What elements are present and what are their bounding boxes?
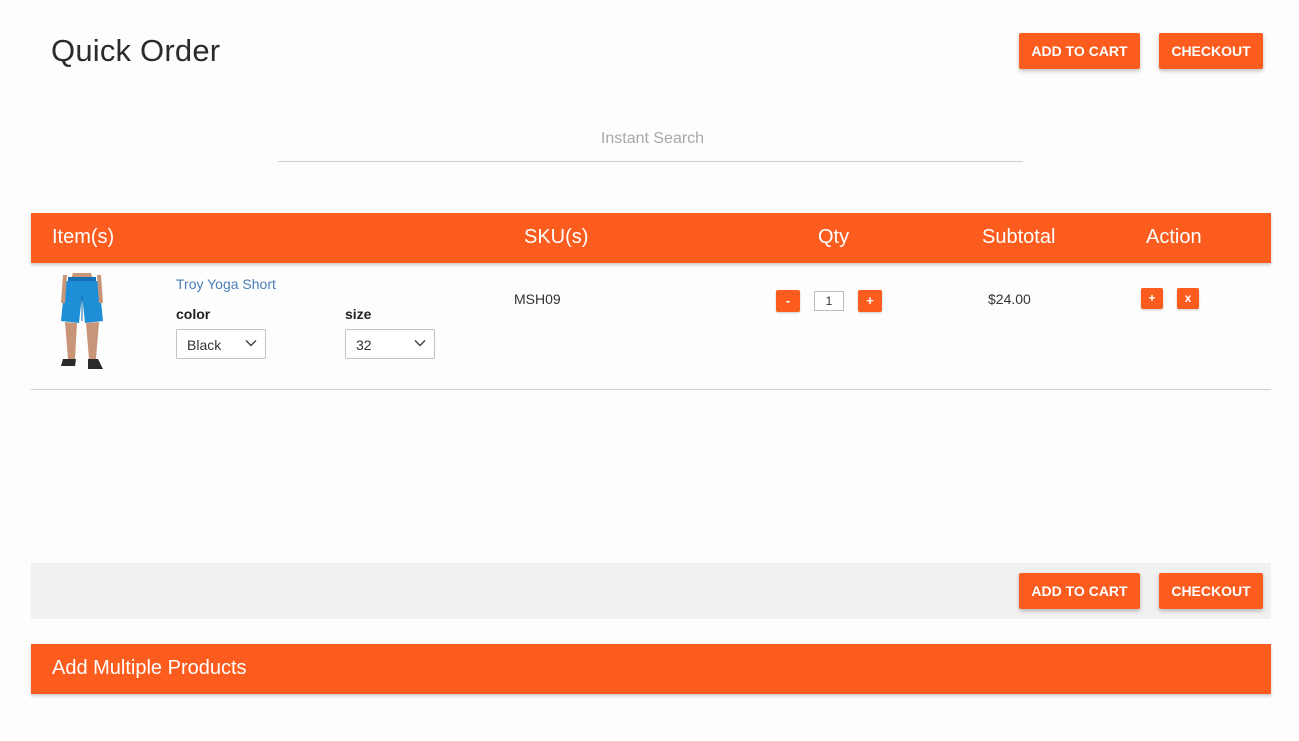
checkout-button-top[interactable]: CHECKOUT: [1159, 33, 1263, 69]
table-header: Item(s) SKU(s) Qty Subtotal Action: [31, 213, 1271, 263]
sku-value: MSH09: [514, 291, 561, 307]
checkout-button-bottom[interactable]: CHECKOUT: [1159, 573, 1263, 609]
header-qty: Qty: [818, 226, 850, 248]
product-name-link[interactable]: Troy Yoga Short: [176, 276, 276, 292]
qty-increase-button[interactable]: +: [858, 290, 882, 312]
product-image: [61, 273, 103, 369]
subtotal-value: $24.00: [988, 291, 1031, 307]
color-select[interactable]: Black: [176, 329, 266, 359]
search-field: [278, 118, 1027, 162]
size-select-value: 32: [356, 337, 372, 353]
size-label: size: [345, 306, 372, 322]
chevron-down-icon: [414, 339, 426, 347]
add-multiple-products-bar[interactable]: Add Multiple Products: [31, 644, 1271, 694]
qty-input[interactable]: [814, 291, 844, 311]
add-multiple-products-label: Add Multiple Products: [52, 657, 247, 679]
chevron-down-icon: [245, 339, 257, 347]
add-row-button[interactable]: +: [1141, 288, 1163, 309]
header-items: Item(s): [52, 226, 115, 248]
page-title: Quick Order: [51, 33, 221, 68]
remove-row-button[interactable]: x: [1177, 288, 1199, 309]
table-row: Troy Yoga Short color Black size 32 MSH0…: [31, 263, 1271, 390]
qty-decrease-button[interactable]: -: [776, 290, 800, 312]
header-subtotal: Subtotal: [982, 226, 1056, 248]
search-input[interactable]: [278, 118, 1027, 160]
header-sku: SKU(s): [524, 226, 589, 248]
color-label: color: [176, 306, 211, 322]
add-to-cart-button-bottom[interactable]: ADD TO CART: [1019, 573, 1140, 609]
header-action: Action: [1146, 226, 1202, 248]
color-select-value: Black: [187, 337, 222, 353]
size-select[interactable]: 32: [345, 329, 435, 359]
add-to-cart-button-top[interactable]: ADD TO CART: [1019, 33, 1140, 69]
